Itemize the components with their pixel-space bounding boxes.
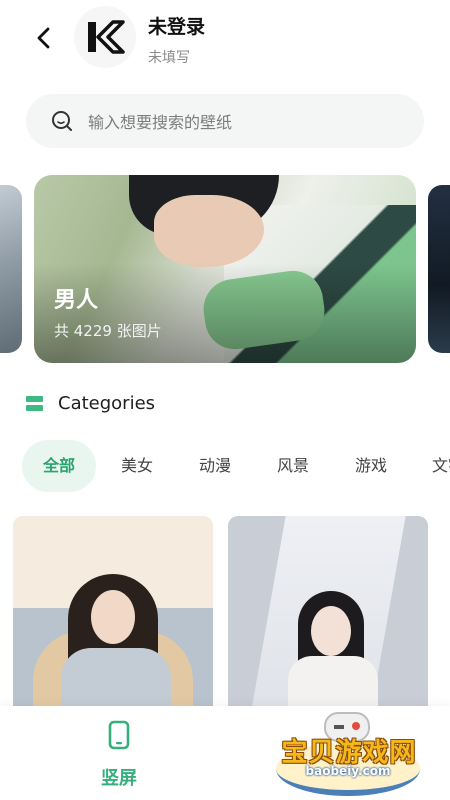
carousel-card-previous[interactable]	[0, 185, 22, 353]
tab-text[interactable]: 文字	[432, 440, 450, 492]
search-input[interactable]: 输入想要搜索的壁纸	[26, 94, 424, 148]
category-tabs: 全部 美女 动漫 风景 游戏 文字	[22, 440, 450, 492]
tab-all[interactable]: 全部	[22, 440, 96, 492]
wallpaper-card[interactable]	[13, 516, 213, 716]
wallpaper-card[interactable]	[228, 516, 428, 716]
chevron-left-icon	[37, 27, 50, 49]
nav-label-portrait: 竖屏	[101, 768, 137, 789]
featured-title: 男人	[54, 288, 99, 313]
tab-beauty[interactable]: 美女	[120, 440, 154, 492]
k-logo-icon	[88, 20, 125, 54]
avatar[interactable]	[74, 6, 136, 68]
search-placeholder: 输入想要搜索的壁纸	[88, 113, 233, 132]
header: 未登录 未填写	[0, 0, 450, 80]
back-button[interactable]	[30, 24, 58, 52]
user-subtitle: 未填写	[148, 50, 190, 66]
featured-count: 共 4229 张图片	[54, 322, 162, 340]
nav-item-portrait[interactable]: 竖屏	[84, 720, 154, 790]
categories-header: Categories	[26, 390, 155, 416]
phone-icon	[108, 720, 130, 750]
categories-title: Categories	[58, 392, 156, 414]
tab-scenery[interactable]: 风景	[276, 440, 310, 492]
tab-anime[interactable]: 动漫	[198, 440, 232, 492]
site-watermark: 宝贝游戏网 baobeiy.com	[268, 712, 428, 796]
tab-games[interactable]: 游戏	[354, 440, 388, 492]
watermark-url: baobeiy.com	[305, 764, 391, 778]
search-icon	[52, 111, 72, 131]
carousel-card-next[interactable]	[428, 185, 450, 353]
featured-card[interactable]: 男人 共 4229 张图片	[34, 175, 416, 363]
categories-icon	[26, 395, 43, 412]
featured-carousel[interactable]: 男人 共 4229 张图片	[0, 175, 450, 363]
user-name[interactable]: 未登录	[148, 12, 205, 39]
